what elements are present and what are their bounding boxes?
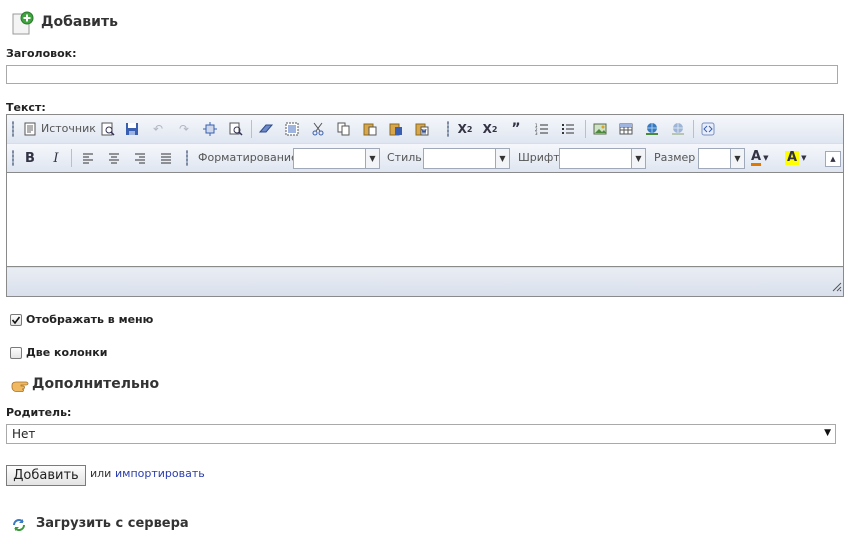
toolbar-grip <box>12 150 14 166</box>
copy-icon[interactable] <box>335 120 353 138</box>
two-columns-option[interactable]: Две колонки <box>10 346 210 360</box>
format-select[interactable]: ▼ <box>293 148 380 169</box>
submit-button[interactable]: Добавить <box>6 465 86 486</box>
subscript-icon[interactable]: X2 <box>456 120 474 138</box>
paste-text-icon[interactable] <box>387 120 405 138</box>
parent-select[interactable]: Нет ▼ <box>6 424 836 444</box>
source-label[interactable]: Источник <box>41 122 96 135</box>
superscript-icon[interactable]: X2 <box>481 120 499 138</box>
load-from-server-header[interactable]: Загрузить с сервера <box>11 515 231 535</box>
align-justify-icon[interactable] <box>157 149 175 167</box>
align-left-icon[interactable] <box>79 149 97 167</box>
toolbar-grip <box>447 121 449 137</box>
additional-section-header: Дополнительно <box>11 376 211 396</box>
image-icon[interactable] <box>591 120 609 138</box>
bold-icon[interactable]: B <box>21 149 39 167</box>
size-label: Размер <box>654 151 696 164</box>
title-input[interactable] <box>6 65 838 84</box>
toolbar-separator <box>585 120 586 138</box>
table-icon[interactable] <box>617 120 635 138</box>
page-title: Добавить <box>41 14 118 30</box>
bulleted-list-icon[interactable] <box>559 120 577 138</box>
two-columns-label: Две колонки <box>26 346 108 359</box>
font-label: Шрифт <box>518 151 560 164</box>
format-label: Форматирование <box>198 151 298 164</box>
style-select[interactable]: ▼ <box>423 148 510 169</box>
style-label: Стиль <box>387 151 422 164</box>
toolbar-separator <box>693 120 694 138</box>
show-in-menu-checkbox[interactable] <box>10 314 22 326</box>
pointing-hand-icon <box>11 377 29 396</box>
link-icon[interactable] <box>643 120 661 138</box>
two-columns-checkbox[interactable] <box>10 347 22 359</box>
or-text: или <box>90 467 112 480</box>
align-right-icon[interactable] <box>131 149 149 167</box>
resize-handle-icon[interactable] <box>830 280 842 295</box>
add-header: Добавить <box>10 11 130 35</box>
cut-icon[interactable] <box>309 120 327 138</box>
refresh-icon <box>11 517 27 536</box>
editor-footer <box>7 268 843 296</box>
background-color-icon[interactable]: A ▼ <box>785 149 813 167</box>
text-color-letter: A <box>751 148 762 166</box>
source-icon[interactable] <box>21 120 39 138</box>
load-from-server-title: Загрузить с сервера <box>36 516 189 531</box>
chevron-down-icon[interactable]: ▼ <box>365 149 379 168</box>
background-color-letter: A <box>785 150 800 165</box>
save-icon[interactable] <box>123 120 141 138</box>
svg-text:3: 3 <box>535 131 538 136</box>
size-select[interactable]: ▼ <box>698 148 745 169</box>
chevron-down-icon[interactable]: ▼ <box>495 149 509 168</box>
import-link[interactable]: импортировать <box>115 467 205 480</box>
parent-select-value: Нет <box>12 427 36 441</box>
align-center-icon[interactable] <box>105 149 123 167</box>
additional-title: Дополнительно <box>32 376 160 392</box>
text-label: Текст: <box>6 101 46 114</box>
chevron-down-icon[interactable]: ▼ <box>631 149 645 168</box>
numbered-list-icon[interactable]: 123 <box>533 120 551 138</box>
find-icon[interactable] <box>227 120 245 138</box>
toolbar-separator <box>251 120 252 138</box>
maximize-icon[interactable] <box>201 120 219 138</box>
redo-icon[interactable]: ↷ <box>175 120 193 138</box>
eraser-icon[interactable] <box>257 120 275 138</box>
title-label: Заголовок: <box>6 47 77 60</box>
paste-icon[interactable] <box>361 120 379 138</box>
collapse-toolbar-icon[interactable]: ▲ <box>825 151 841 167</box>
preview-icon[interactable] <box>99 120 117 138</box>
add-document-icon <box>10 11 34 38</box>
italic-icon[interactable]: I <box>47 149 65 167</box>
blockquote-icon[interactable]: ” <box>507 120 525 138</box>
toolbar-grip <box>12 121 14 137</box>
chevron-down-icon[interactable]: ▼ <box>730 149 744 168</box>
toolbar-grip <box>186 150 188 166</box>
editor-toolbar-row-2: B I Форматирование ▼ Стиль ▼ Шрифт ▼ Раз… <box>7 144 843 172</box>
show-in-menu-label: Отображать в меню <box>26 313 154 326</box>
chevron-down-icon[interactable]: ▼ <box>824 428 831 438</box>
toolbar-separator <box>71 149 72 167</box>
text-color-icon[interactable]: A ▼ <box>751 149 777 167</box>
font-select[interactable]: ▼ <box>559 148 646 169</box>
paste-word-icon[interactable] <box>413 120 431 138</box>
template-icon[interactable] <box>699 120 717 138</box>
editor-toolbar-row-1: Источник ↶ ↷ X 2 X 2 ” 1 2 3 <box>7 115 843 143</box>
undo-icon[interactable]: ↶ <box>149 120 167 138</box>
unlink-icon[interactable] <box>669 120 687 138</box>
rich-text-editor: Источник ↶ ↷ X 2 X 2 ” 1 2 3 B I Формати… <box>6 114 844 297</box>
editor-content-area[interactable] <box>7 172 843 267</box>
show-in-menu-option[interactable]: Отображать в меню <box>10 313 210 327</box>
parent-label: Родитель: <box>6 406 72 419</box>
select-all-icon[interactable] <box>283 120 301 138</box>
